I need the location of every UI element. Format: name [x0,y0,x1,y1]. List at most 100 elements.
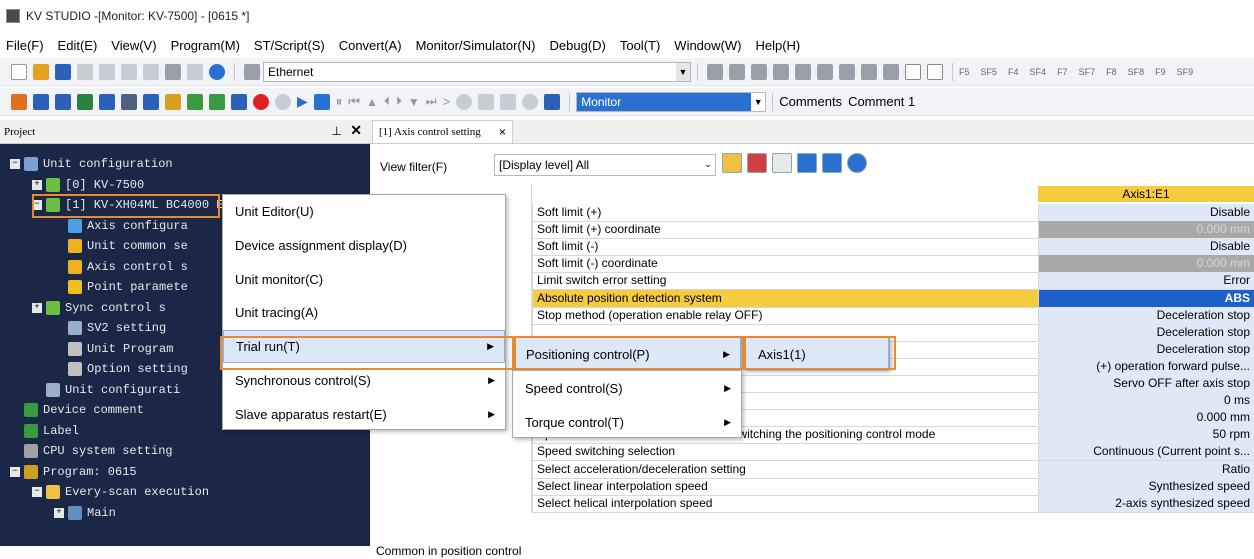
parameter-value[interactable]: Deceleration stop [1038,340,1254,359]
function-key-icon[interactable]: SF7 [1079,67,1096,77]
tree-item[interactable]: Unit common se [54,236,188,256]
print-icon[interactable] [165,63,181,80]
tool-icon[interactable] [165,93,181,110]
find-icon[interactable] [143,63,159,80]
dev-icon[interactable] [905,63,921,80]
stop-icon[interactable] [313,93,330,110]
expand-toggle-icon[interactable]: − [32,487,42,497]
expand-toggle-icon[interactable]: + [32,179,42,190]
open-folder-icon[interactable] [33,63,49,80]
register-icon[interactable] [817,63,833,80]
close-icon[interactable]: ✕ [350,123,362,140]
expand-toggle-icon[interactable]: − [10,466,20,477]
menu-item[interactable]: Monitor/Simulator(N) [416,38,536,53]
timer-icon[interactable] [522,93,539,110]
step-down-icon[interactable]: ▼ [408,95,420,109]
play-icon[interactable]: ▶ [297,93,308,110]
menu-item[interactable]: Speed control(S) ▶ [513,371,741,405]
menu-item[interactable]: File(F) [6,38,44,53]
param-print-icon[interactable] [747,153,767,173]
stop-circle-icon[interactable] [275,93,291,110]
parameter-value[interactable]: 2-axis synthesized speed [1038,494,1254,513]
parameter-value[interactable]: Ratio [1038,460,1254,479]
tab-close-icon[interactable]: × [499,124,506,140]
function-key-icon[interactable]: F5 [959,67,970,77]
function-key-icon[interactable]: F8 [1106,67,1117,77]
hand-icon[interactable] [478,93,495,110]
list-icon[interactable] [55,93,71,110]
parameter-row[interactable]: Select helical interpolation speed 2-axis… [370,494,1254,513]
menu-item[interactable]: Torque control(T) ▶ [513,405,741,439]
tree-item[interactable]: Option setting [54,359,188,379]
step-forward-icon[interactable]: ⏵ [396,94,402,109]
parameter-value[interactable]: Disable [1038,238,1254,257]
pause-icon[interactable]: ⏸ [336,94,343,110]
block-icon[interactable] [143,93,159,110]
record-icon[interactable] [253,93,269,110]
verify-icon[interactable] [773,63,789,80]
plc-icon[interactable] [231,93,247,110]
tree-item[interactable]: Label [10,421,79,441]
step-up-icon[interactable]: ▲ [366,95,378,109]
dev-icon[interactable] [927,63,943,80]
menu-item[interactable]: Unit Editor(U) [223,195,505,229]
menu-item[interactable]: Edit(E) [58,38,98,53]
parameter-row[interactable]: Select acceleration/deceleration setting… [370,460,1254,479]
camera-icon[interactable] [883,63,899,80]
table-icon[interactable] [861,63,877,80]
monitor-icon[interactable] [839,63,855,80]
rewind-icon[interactable]: ⏮ [348,94,360,110]
device-icon[interactable] [500,93,517,110]
tree-item[interactable]: SV2 setting [54,318,166,338]
transfer-icon[interactable] [707,63,723,80]
tree-item[interactable]: Device comment [10,400,144,420]
parameter-value[interactable]: 0.000 mm [1038,409,1254,428]
parameter-value[interactable]: Deceleration stop [1038,306,1254,325]
tree-item[interactable]: − Unit configuration [10,154,173,174]
parameter-value[interactable]: ABS [1038,289,1254,308]
parameter-value[interactable]: Disable [1038,204,1254,222]
function-key-icon[interactable]: F7 [1057,67,1068,77]
function-key-icon[interactable]: SF8 [1128,67,1145,77]
parameter-row[interactable]: Speed switching selection Continuous (Cur… [370,443,1254,462]
edit-icon[interactable] [11,93,27,110]
paste-icon[interactable] [99,63,115,80]
pin-icon[interactable]: ⊥ [332,124,342,139]
menu-item[interactable]: Convert(A) [339,38,402,53]
parameter-value[interactable]: 0.000 mm [1038,221,1254,240]
tree-item[interactable]: Axis configura [54,216,188,236]
menu-item[interactable]: Unit monitor(C) [223,262,505,296]
tree-item[interactable]: Unit Program [54,339,173,359]
tab-axis-control-setting[interactable]: [1] Axis control setting × [372,120,514,143]
step-back-icon[interactable]: ⏴ [384,94,390,109]
expand-toggle-icon[interactable]: + [32,302,42,313]
function-key-icon[interactable]: F4 [1008,67,1019,77]
tree-item[interactable]: + Sync control s [32,298,166,318]
print-preview-icon[interactable] [187,63,203,80]
scan-icon[interactable] [544,93,561,110]
write-plc-icon[interactable] [751,63,767,80]
next-icon[interactable]: > [443,94,451,109]
parameter-row[interactable]: Select linear interpolation speed Synthes… [370,477,1254,496]
cut-icon[interactable] [121,63,137,80]
parameter-value[interactable]: Deceleration stop [1038,323,1254,342]
function-key-icon[interactable]: SF5 [981,67,998,77]
parameter-value[interactable]: 0.000 mm [1038,255,1254,274]
read-plc-icon[interactable] [729,63,745,80]
new-file-icon[interactable] [11,63,27,80]
zoom-icon[interactable] [795,63,811,80]
parameter-value[interactable]: 0 ms [1038,392,1254,411]
window-icon[interactable] [99,93,115,110]
run-icon[interactable] [209,93,225,110]
param-copy-icon[interactable] [722,153,742,173]
expand-toggle-icon[interactable]: − [10,159,20,169]
menu-item[interactable]: Debug(D) [549,38,605,53]
parameter-value[interactable]: Continuous (Current point s... [1038,443,1254,462]
forward-icon[interactable]: ⏭ [426,94,437,109]
tree-item[interactable]: Unit configurati [32,380,180,400]
menu-item[interactable]: View(V) [111,38,156,53]
breakpoint-icon[interactable] [456,93,473,110]
menu-item[interactable]: Help(H) [755,38,800,53]
comment-select[interactable]: Comment 1 [848,94,915,109]
parameter-value[interactable]: Error [1038,272,1254,291]
